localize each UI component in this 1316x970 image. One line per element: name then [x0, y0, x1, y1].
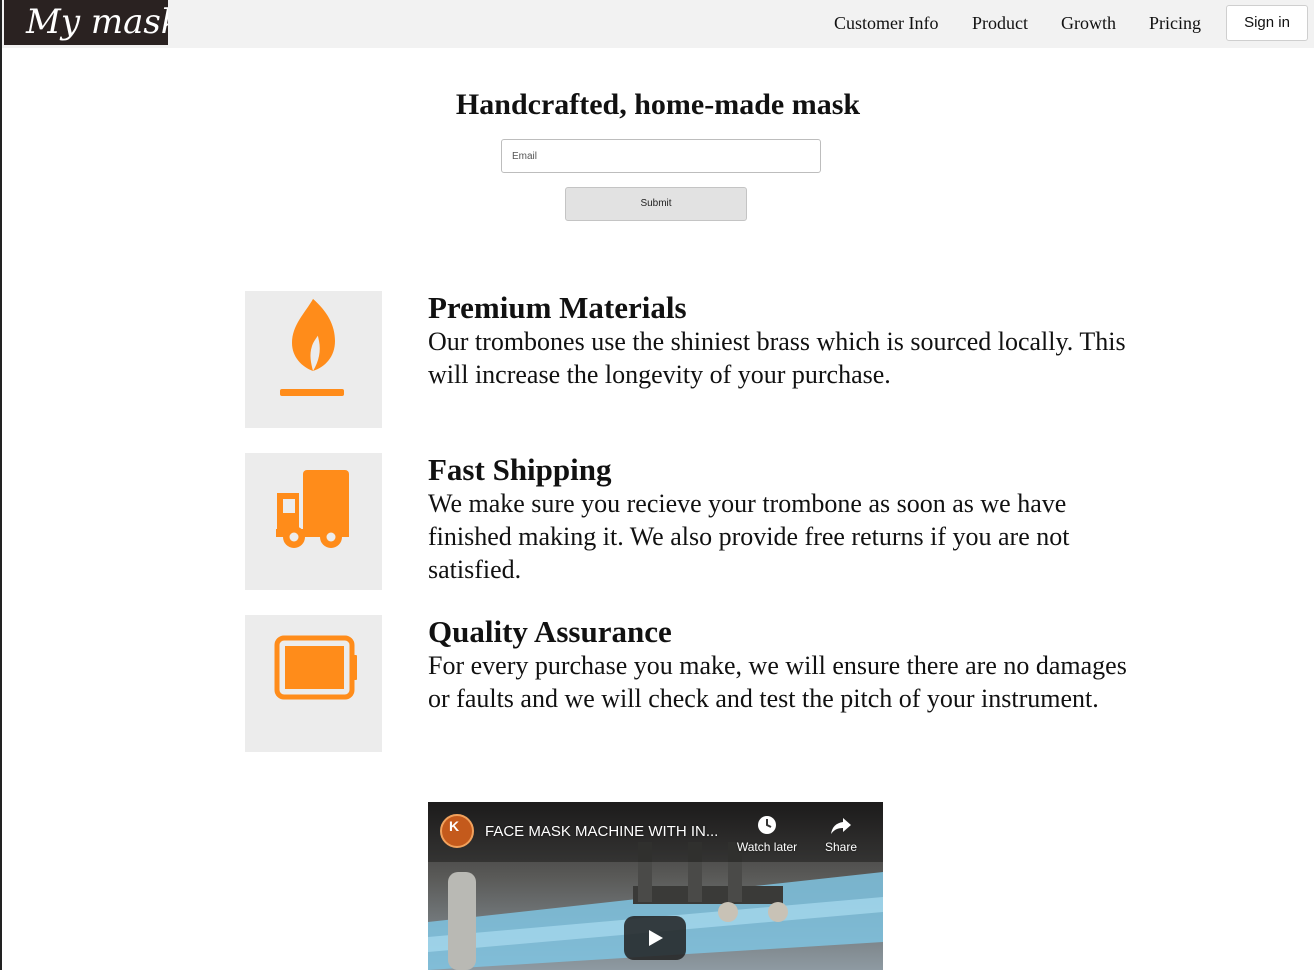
email-input[interactable]: [501, 139, 821, 173]
page: My mask Customer Info Product Growth Pri…: [0, 0, 1314, 970]
feature-description: For every purchase you make, we will ens…: [428, 651, 1127, 713]
brand-logo[interactable]: My mask: [4, 0, 168, 45]
channel-initial: K: [449, 818, 460, 834]
flame-icon: [280, 299, 344, 396]
play-button[interactable]: [624, 916, 686, 960]
feature-fast-shipping: Fast Shipping We make sure you recieve y…: [428, 453, 1128, 586]
feature-icon-box: [245, 453, 382, 590]
logo-wordmark: My mask: [25, 2, 168, 42]
nav-item-pricing[interactable]: Pricing: [1149, 13, 1201, 34]
clock-icon: [758, 816, 776, 834]
share-icon: [831, 818, 851, 834]
submit-button[interactable]: Submit: [565, 187, 747, 221]
watch-later-button[interactable]: Watch later: [732, 814, 802, 854]
feature-description: We make sure you recieve your trombone a…: [428, 489, 1070, 584]
feature-icon-box: [245, 615, 382, 752]
nav-item-customer-info[interactable]: Customer Info: [834, 13, 938, 34]
video-embed[interactable]: K FACE MASK MACHINE WITH IN... Watch lat…: [428, 802, 883, 970]
share-label: Share: [824, 840, 858, 854]
hero-title: Handcrafted, home-made mask: [455, 88, 861, 121]
feature-premium-materials: Premium Materials Our trombones use the …: [428, 291, 1128, 391]
feature-quality-assurance: Quality Assurance For every purchase you…: [428, 615, 1128, 715]
battery-icon: [274, 635, 357, 700]
logo-text: My mask: [25, 2, 168, 42]
nav-item-product[interactable]: Product: [972, 13, 1028, 34]
nav-item-growth[interactable]: Growth: [1061, 13, 1116, 34]
play-icon: [649, 930, 663, 946]
sign-in-button[interactable]: Sign in: [1226, 5, 1308, 41]
share-button[interactable]: Share: [806, 814, 876, 854]
watch-later-label: Watch later: [736, 840, 798, 854]
feature-icon-box: [245, 291, 382, 428]
feature-title: Quality Assurance: [428, 614, 672, 649]
video-title[interactable]: FACE MASK MACHINE WITH IN...: [485, 823, 718, 840]
truck-icon: [276, 470, 349, 548]
feature-description: Our trombones use the shiniest brass whi…: [428, 327, 1126, 389]
feature-title: Premium Materials: [428, 290, 687, 325]
channel-avatar[interactable]: K: [440, 814, 474, 848]
feature-title: Fast Shipping: [428, 452, 612, 487]
top-nav-bar: My mask Customer Info Product Growth Pri…: [2, 0, 1314, 48]
